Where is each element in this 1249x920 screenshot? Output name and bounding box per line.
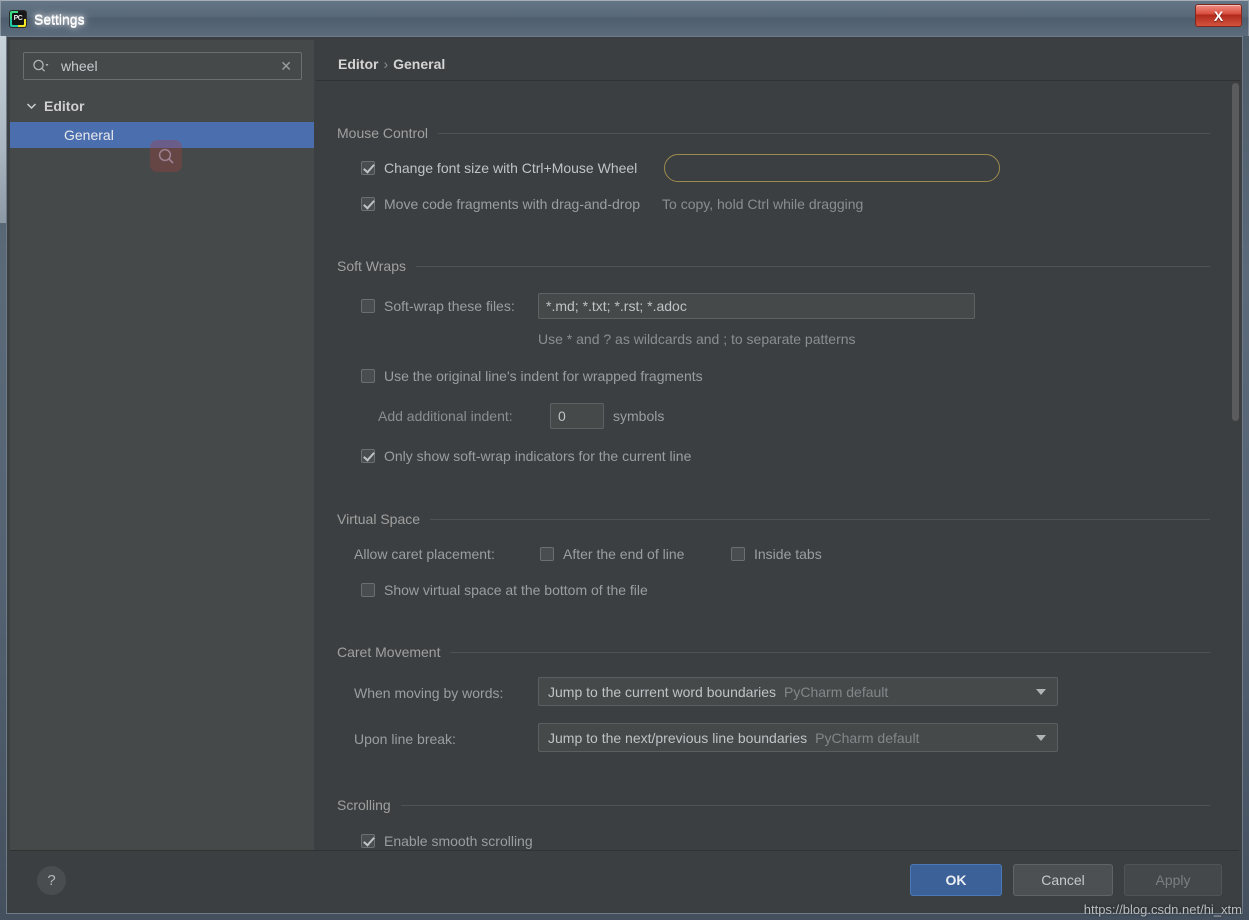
- group-rule: [416, 265, 1210, 267]
- group-rule: [450, 651, 1210, 653]
- checkbox-change-font-size[interactable]: Change font size with Ctrl+Mouse Wheel: [361, 160, 637, 176]
- settings-content: Mouse Control Change font size with Ctrl…: [316, 81, 1231, 852]
- checkbox-icon[interactable]: [540, 547, 554, 561]
- help-button[interactable]: ?: [37, 866, 66, 895]
- checkbox-only-current-line[interactable]: Only show soft-wrap indicators for the c…: [361, 448, 691, 464]
- group-title: Mouse Control: [337, 125, 429, 141]
- checkbox-label: After the end of line: [563, 546, 685, 562]
- checkbox-original-indent[interactable]: Use the original line's indent for wrapp…: [361, 368, 703, 384]
- soft-wrap-files-input[interactable]: [538, 293, 975, 319]
- upon-line-break-label: Upon line break:: [354, 731, 456, 747]
- wildcards-hint: Use * and ? as wildcards and ; to separa…: [538, 331, 856, 347]
- group-header-soft-wraps: Soft Wraps: [337, 258, 1210, 274]
- checkbox-label: Inside tabs: [754, 546, 822, 562]
- checkbox-enable-smooth-scrolling[interactable]: Enable smooth scrolling: [361, 833, 533, 849]
- upon-line-break-select[interactable]: Jump to the next/previous line boundarie…: [538, 723, 1058, 752]
- settings-dialog: ✕ Editor General Editor›General: [6, 36, 1243, 914]
- checkbox-icon[interactable]: [361, 197, 375, 211]
- checkbox-show-virtual-space[interactable]: Show virtual space at the bottom of the …: [361, 582, 648, 598]
- chevron-down-icon: [26, 102, 37, 110]
- breadcrumb-root[interactable]: Editor: [338, 56, 378, 72]
- chevron-down-icon[interactable]: [1036, 734, 1046, 741]
- checkbox-icon[interactable]: [361, 449, 375, 463]
- dialog-footer: ? OK Cancel Apply: [10, 850, 1239, 910]
- group-header-virtual-space: Virtual Space: [337, 511, 1210, 527]
- when-moving-by-words-select[interactable]: Jump to the current word boundaries PyCh…: [538, 677, 1058, 706]
- group-rule: [438, 132, 1210, 134]
- checkbox-icon[interactable]: [361, 583, 375, 597]
- hint-text: To copy, hold Ctrl while dragging: [662, 196, 864, 212]
- checkbox-icon[interactable]: [731, 547, 745, 561]
- checkbox-after-end-of-line[interactable]: After the end of line: [540, 546, 684, 562]
- breadcrumb-separator-icon: ›: [383, 56, 389, 72]
- chevron-down-icon[interactable]: [1036, 688, 1046, 695]
- search-input[interactable]: [59, 57, 281, 75]
- hint-text: Use * and ? as wildcards and ; to separa…: [538, 331, 856, 347]
- additional-indent-row: Add additional indent:: [378, 408, 513, 424]
- ok-button[interactable]: OK: [910, 864, 1002, 896]
- additional-indent-unit: symbols: [613, 408, 664, 424]
- field-label: Allow caret placement:: [354, 546, 495, 562]
- checkbox-inside-tabs[interactable]: Inside tabs: [731, 546, 822, 562]
- group-header-caret-movement: Caret Movement: [337, 644, 1210, 660]
- checkbox-label: Soft-wrap these files:: [384, 298, 515, 314]
- field-label: Add additional indent:: [378, 408, 513, 424]
- close-icon[interactable]: X: [1195, 4, 1242, 27]
- group-title: Virtual Space: [337, 511, 421, 527]
- group-title: Caret Movement: [337, 644, 441, 660]
- group-rule: [430, 518, 1210, 520]
- group-rule: [400, 804, 1210, 806]
- settings-sidebar: ✕ Editor General: [10, 40, 314, 852]
- sidebar-item-general[interactable]: General: [10, 122, 314, 148]
- checkbox-label: Enable smooth scrolling: [384, 833, 533, 849]
- settings-content-panel: Editor › General Mouse Control Change font…: [316, 40, 1240, 852]
- sidebar-item-editor[interactable]: Editor: [10, 93, 314, 119]
- checkbox-label: Change font size with Ctrl+Mouse Wheel: [384, 160, 638, 176]
- checkbox-label: Only show soft-wrap indicators for the c…: [384, 448, 692, 464]
- window-title: Settings: [34, 10, 85, 27]
- checkbox-label: Move code fragments with drag-and-drop: [384, 196, 641, 212]
- allow-caret-placement-label: Allow caret placement:: [354, 546, 495, 562]
- additional-indent-input[interactable]: [550, 403, 604, 429]
- breadcrumb: Editor › General: [338, 56, 445, 72]
- checkbox-move-code-fragments[interactable]: Move code fragments with drag-and-drop T…: [361, 196, 863, 212]
- when-moving-by-words-label: When moving by words:: [354, 685, 503, 701]
- pycharm-icon: PC: [10, 10, 26, 27]
- checkbox-icon[interactable]: [361, 834, 375, 848]
- field-label: When moving by words:: [354, 685, 504, 701]
- group-header-scrolling: Scrolling: [337, 797, 1210, 813]
- checkbox-icon[interactable]: [361, 161, 375, 175]
- breadcrumb-leaf: General: [393, 56, 446, 72]
- checkbox-icon[interactable]: [361, 369, 375, 383]
- select-value: Jump to the current word boundaries: [548, 683, 777, 700]
- select-sub-value: PyCharm default: [815, 729, 920, 746]
- clear-icon[interactable]: ✕: [280, 59, 292, 73]
- checkbox-label: Use the original line's indent for wrapp…: [384, 368, 703, 384]
- group-header-mouse-control: Mouse Control: [337, 125, 1210, 141]
- checkbox-soft-wrap-files[interactable]: Soft-wrap these files:: [361, 298, 515, 314]
- unit-label: symbols: [613, 408, 665, 424]
- window-title-bar[interactable]: PC Settings X: [0, 0, 1249, 36]
- group-title: Soft Wraps: [337, 258, 406, 274]
- content-scrollbar-thumb[interactable]: [1232, 83, 1239, 421]
- sidebar-item-label: Editor: [44, 98, 85, 114]
- checkbox-icon[interactable]: [361, 299, 375, 313]
- select-value: Jump to the next/previous line boundarie…: [548, 729, 808, 746]
- cancel-button[interactable]: Cancel: [1013, 864, 1113, 896]
- sidebar-item-label: General: [64, 127, 114, 143]
- checkbox-label: Show virtual space at the bottom of the …: [384, 582, 648, 598]
- select-sub-value: PyCharm default: [784, 683, 889, 700]
- search-box[interactable]: ✕: [23, 52, 302, 80]
- field-label: Upon line break:: [354, 731, 456, 747]
- search-icon[interactable]: [32, 59, 49, 73]
- apply-button: Apply: [1124, 864, 1222, 896]
- group-title: Scrolling: [337, 797, 391, 813]
